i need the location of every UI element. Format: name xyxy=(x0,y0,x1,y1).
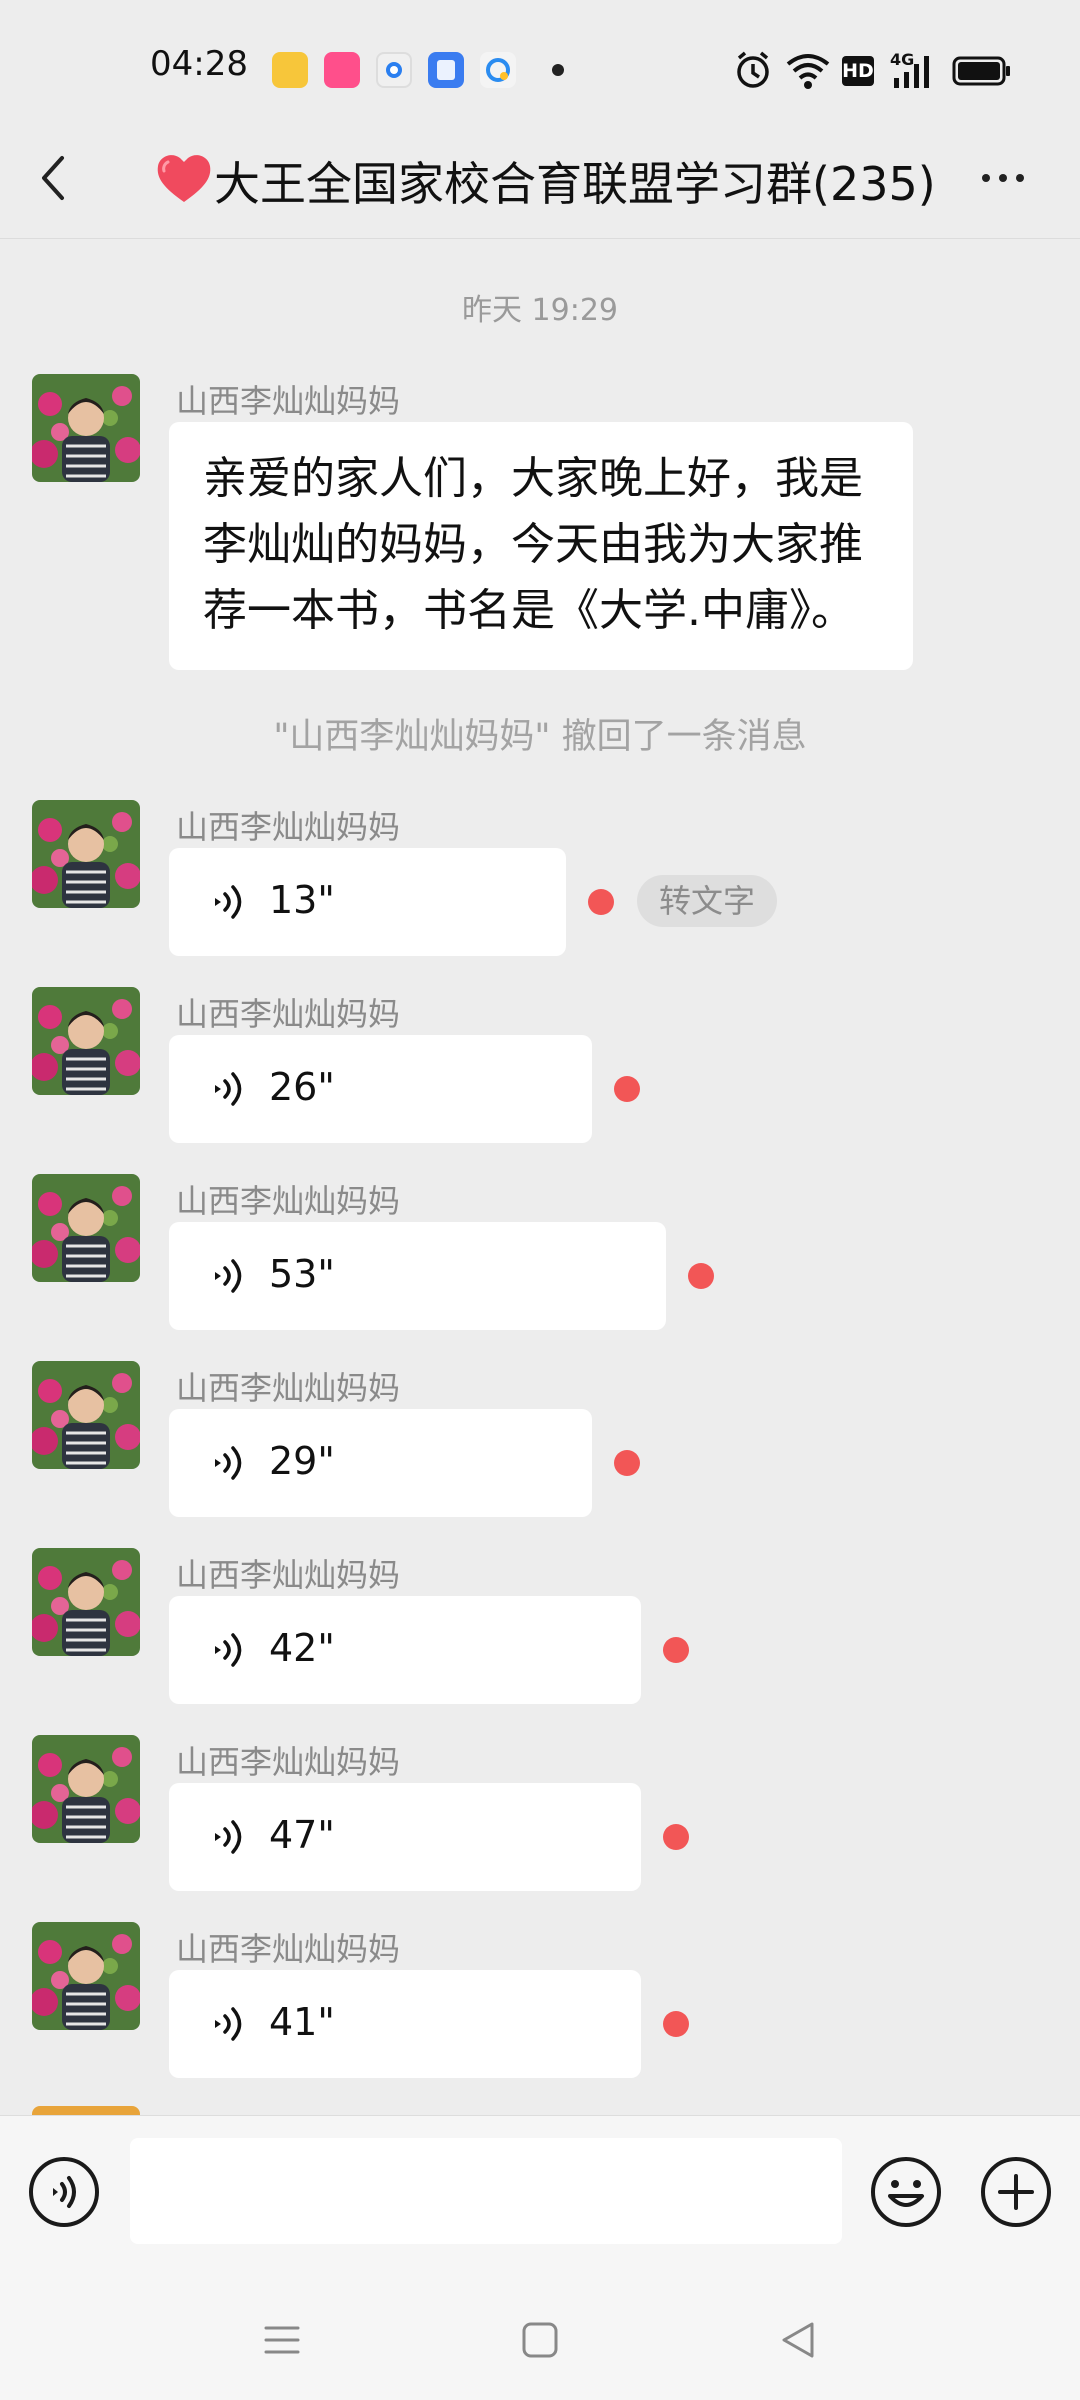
group-title: 大王全国家校合育联盟学习群(235) xyxy=(214,157,936,211)
status-time: 04:28 xyxy=(150,44,248,84)
unread-dot xyxy=(588,889,614,915)
unread-dot xyxy=(663,1824,689,1850)
avatar[interactable] xyxy=(32,987,140,1095)
qq-browser-app-icon xyxy=(480,52,516,88)
system-nav-bar xyxy=(0,2280,1080,2400)
unread-dot xyxy=(614,1450,640,1476)
heart-icon xyxy=(157,155,211,202)
voice-bubble[interactable]: 53" xyxy=(169,1222,666,1330)
avatar[interactable] xyxy=(32,374,140,482)
status-bar: 04:28 HD 4G xyxy=(0,0,1080,120)
hd-icon: HD xyxy=(842,56,874,86)
unread-dot xyxy=(663,1637,689,1663)
voice-wave-icon xyxy=(215,1633,242,1667)
sender-name: 山西李灿灿妈妈 xyxy=(176,1369,401,1407)
voice-duration: 13" xyxy=(269,878,335,922)
message-input[interactable] xyxy=(130,2138,842,2244)
plus-icon[interactable] xyxy=(980,2156,1052,2228)
avatar[interactable] xyxy=(32,1361,140,1469)
voice-wave-icon xyxy=(215,1820,242,1854)
chat-header: 大王全国家校合育联盟学习群(235) xyxy=(0,120,1080,239)
voice-duration: 47" xyxy=(269,1813,335,1857)
back-arrow-icon[interactable] xyxy=(30,148,80,208)
voice-duration: 42" xyxy=(269,1626,335,1670)
avatar[interactable] xyxy=(32,1922,140,2030)
avatar[interactable] xyxy=(32,800,140,908)
voice-wave-icon xyxy=(215,1446,242,1480)
sender-name: 山西李灿灿妈妈 xyxy=(176,1182,401,1220)
voice-wave-icon xyxy=(215,1072,242,1106)
voice-duration: 41" xyxy=(269,2000,335,2044)
sender-name: 山西李灿灿妈妈 xyxy=(176,1556,401,1594)
voice-bubble[interactable]: 42" xyxy=(169,1596,641,1704)
voice-bubble[interactable]: 29" xyxy=(169,1409,592,1517)
emoji-icon[interactable] xyxy=(870,2156,942,2228)
recall-notice: "山西李灿灿妈妈" 撤回了一条消息 xyxy=(273,717,807,757)
more-dots-icon[interactable] xyxy=(978,166,1028,190)
more-notifications-dot xyxy=(552,64,564,76)
chat-timestamp: 昨天 19:29 xyxy=(462,293,618,328)
sender-name: 山西李灿灿妈妈 xyxy=(176,808,401,846)
shop-app-icon xyxy=(324,52,360,88)
avatar[interactable] xyxy=(32,1735,140,1843)
sender-name: 山西李灿灿妈妈 xyxy=(176,1743,401,1781)
alarm-icon xyxy=(737,51,769,88)
browser-app-icon xyxy=(376,52,412,88)
home-icon[interactable] xyxy=(520,2320,560,2360)
unread-dot xyxy=(663,2011,689,2037)
avatar[interactable] xyxy=(32,1174,140,1282)
unread-dot xyxy=(688,1263,714,1289)
convert-to-text-button[interactable]: 转文字 xyxy=(637,875,777,927)
input-bar xyxy=(0,2115,1080,2281)
voice-wave-icon xyxy=(215,885,242,919)
signal-4g-icon: 4G xyxy=(890,48,934,92)
voice-duration: 26" xyxy=(269,1065,335,1109)
unread-dot xyxy=(614,1076,640,1102)
wifi-icon xyxy=(786,54,830,89)
battery-icon xyxy=(952,56,1010,86)
sender-name: 山西李灿灿妈妈 xyxy=(176,1930,401,1968)
voice-wave-icon xyxy=(215,2007,242,2041)
voice-bubble[interactable]: 47" xyxy=(169,1783,641,1891)
voice-bubble[interactable]: 26" xyxy=(169,1035,592,1143)
voice-bubble[interactable]: 13" xyxy=(169,848,566,956)
voice-bubble[interactable]: 41" xyxy=(169,1970,641,2078)
voice-duration: 29" xyxy=(269,1439,335,1483)
back-icon[interactable] xyxy=(778,2320,818,2360)
sender-name: 山西李灿灿妈妈 xyxy=(176,995,401,1033)
notes-app-icon xyxy=(272,52,308,88)
voice-input-icon[interactable] xyxy=(28,2156,100,2228)
menu-icon[interactable] xyxy=(262,2320,302,2360)
voice-wave-icon xyxy=(215,1259,242,1293)
avatar[interactable] xyxy=(32,1548,140,1656)
sender-name: 山西李灿灿妈妈 xyxy=(176,382,401,420)
voice-duration: 53" xyxy=(269,1252,335,1296)
files-app-icon xyxy=(428,52,464,88)
text-message-bubble[interactable]: 亲爱的家人们，大家晚上好，我是李灿灿的妈妈，今天由我为大家推荐一本书，书名是《大… xyxy=(169,422,913,670)
